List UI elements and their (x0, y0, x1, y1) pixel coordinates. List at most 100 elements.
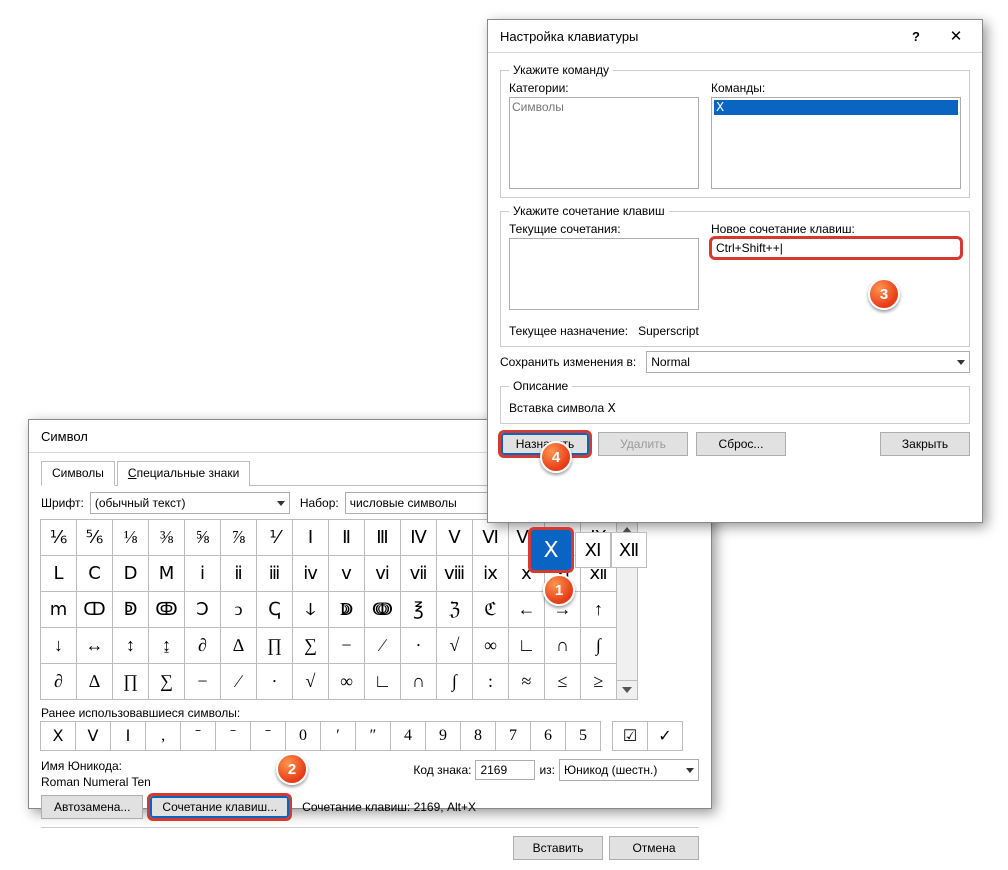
symbol-cell[interactable]: − (328, 627, 365, 664)
symbol-cell[interactable]: ⅵ (364, 555, 401, 592)
symbol-cell[interactable]: Ⅾ (112, 555, 149, 592)
new-shortcut-input[interactable]: Ctrl+Shift++| (711, 238, 961, 258)
recent-symbol[interactable]: ‚ (145, 721, 181, 751)
symbol-cell[interactable]: ∙ (256, 663, 293, 700)
symbol-cell[interactable]: ⅛ (112, 519, 149, 556)
tab-symbols[interactable]: Символы (41, 461, 115, 486)
symbol-cell[interactable]: ← (508, 591, 545, 628)
symbol-cell[interactable]: ∫ (436, 663, 473, 700)
symbol-cell[interactable]: √ (292, 663, 329, 700)
symbol-cell[interactable]: ⅸ (472, 555, 509, 592)
symbol-cell[interactable]: ↅ (256, 591, 293, 628)
selected-symbol-highlight[interactable]: Ⅹ (530, 529, 572, 571)
symbol-cell[interactable]: ⅿ (40, 591, 77, 628)
symbol-cell[interactable]: ⅶ (400, 555, 437, 592)
categories-list[interactable]: Символы (509, 97, 699, 189)
recent-symbol[interactable]: ✓ (647, 721, 683, 751)
symbol-cell[interactable]: ∩ (400, 663, 437, 700)
symbol-cell[interactable]: ℭ (472, 591, 509, 628)
font-select[interactable]: (обычный текст) (90, 492, 290, 514)
help-button[interactable]: ? (896, 20, 936, 52)
symbol-cell[interactable]: Ⅳ (400, 519, 437, 556)
symbol-cell[interactable]: ↄ (220, 591, 257, 628)
from-select[interactable]: Юникод (шестн.) (559, 759, 699, 781)
symbol-cell[interactable]: ↂ (148, 591, 185, 628)
symbol-cell[interactable]: ↈ (364, 591, 401, 628)
symbol-cell[interactable]: ↕ (112, 627, 149, 664)
symbol-cell[interactable]: ∂ (40, 663, 77, 700)
symbol-cell[interactable]: ⅜ (148, 519, 185, 556)
symbol-cell[interactable]: ⅷ (436, 555, 473, 592)
cancel-button[interactable]: Отмена (609, 836, 699, 860)
recent-symbol[interactable]: Ⅴ (75, 721, 111, 751)
recent-symbol[interactable]: 9 (425, 721, 461, 751)
symbol-cell[interactable]: ≤ (544, 663, 581, 700)
symbol-cell[interactable]: ↆ (292, 591, 329, 628)
symbol-cell[interactable]: ∞ (472, 627, 509, 664)
tab-special-chars[interactable]: Специальные знаки (117, 461, 250, 486)
symbol-cell[interactable]: ⅙ (40, 519, 77, 556)
symbol-cell[interactable]: ℥ (400, 591, 437, 628)
commands-list[interactable]: Ⅹ (711, 97, 961, 189)
reset-button[interactable]: Сброс... (696, 432, 786, 456)
symbol-cell[interactable]: ⅝ (184, 519, 221, 556)
close-button[interactable]: Закрыть (880, 432, 970, 456)
recent-symbol[interactable]: 4 (390, 721, 426, 751)
symbol-cell[interactable]: Ⅽ (76, 555, 113, 592)
recent-symbol[interactable]: 5 (565, 721, 601, 751)
symbol-cell[interactable]: Ⅺ (575, 532, 611, 568)
symbol-cell[interactable]: Ⅻ (611, 532, 647, 568)
recent-symbol[interactable]: Ⅹ (40, 721, 76, 751)
symbol-cell[interactable]: Ⅴ (436, 519, 473, 556)
symbol-cell[interactable]: ∑ (148, 663, 185, 700)
recent-symbol[interactable]: ˉ (180, 721, 216, 751)
symbol-cell[interactable]: ∏ (256, 627, 293, 664)
save-changes-select[interactable]: Normal (646, 351, 970, 373)
symbol-cell[interactable]: Ⅵ (472, 519, 509, 556)
symbol-cell[interactable]: ⅱ (220, 555, 257, 592)
symbol-cell[interactable]: ≈ (508, 663, 545, 700)
symbol-cell[interactable]: ⅚ (76, 519, 113, 556)
autocorrect-button[interactable]: Автозамена... (41, 795, 143, 819)
symbol-cell[interactable]: ↁ (112, 591, 149, 628)
symbol-cell[interactable]: ∟ (508, 627, 545, 664)
symbol-cell[interactable]: ∕ (220, 663, 257, 700)
symbol-cell[interactable]: ∏ (112, 663, 149, 700)
symbol-cell[interactable]: ⅰ (184, 555, 221, 592)
symbol-cell[interactable]: ↀ (76, 591, 113, 628)
recent-symbol[interactable]: Ⅰ (110, 721, 146, 751)
symbol-cell[interactable]: Ⅱ (328, 519, 365, 556)
symbol-cell[interactable]: ∩ (544, 627, 581, 664)
recent-symbol[interactable]: ☑ (612, 721, 648, 751)
recent-symbol[interactable]: ˉ (250, 721, 286, 751)
symbol-cell[interactable]: ∆ (76, 663, 113, 700)
symbol-cell[interactable]: ℨ (436, 591, 473, 628)
symbol-cell[interactable]: ∂ (184, 627, 221, 664)
recent-symbol[interactable]: 8 (460, 721, 496, 751)
symbol-cell[interactable]: ⅳ (292, 555, 329, 592)
symbol-cell[interactable]: ⅟ (256, 519, 293, 556)
symbol-cell[interactable]: ↇ (328, 591, 365, 628)
symbol-cell[interactable]: ∞ (328, 663, 365, 700)
symbol-cell[interactable]: Ⅰ (292, 519, 329, 556)
symbol-cell[interactable]: ↔ (76, 627, 113, 664)
symbol-cell[interactable]: Ⅿ (148, 555, 185, 592)
recent-symbol[interactable]: 7 (495, 721, 531, 751)
symbol-cell[interactable]: : (472, 663, 509, 700)
close-icon[interactable]: ✕ (936, 20, 976, 52)
recent-symbol[interactable]: ˉ (215, 721, 251, 751)
symbol-cell[interactable]: ↨ (148, 627, 185, 664)
insert-button[interactable]: Вставить (513, 836, 603, 860)
recent-symbol[interactable]: 6 (530, 721, 566, 751)
recent-symbol[interactable]: 0 (285, 721, 321, 751)
symbol-cell[interactable]: ≥ (580, 663, 617, 700)
shortcut-key-button[interactable]: Сочетание клавиш... (149, 795, 290, 819)
current-keys-list[interactable] (509, 238, 699, 310)
symbol-cell[interactable]: ↑ (580, 591, 617, 628)
recent-symbol[interactable]: ′ (320, 721, 356, 751)
symbol-cell[interactable]: ∆ (220, 627, 257, 664)
code-input[interactable]: 2169 (475, 760, 535, 780)
delete-button[interactable]: Удалить (598, 432, 688, 456)
symbol-cell[interactable]: − (184, 663, 221, 700)
symbol-cell[interactable]: Ↄ (184, 591, 221, 628)
